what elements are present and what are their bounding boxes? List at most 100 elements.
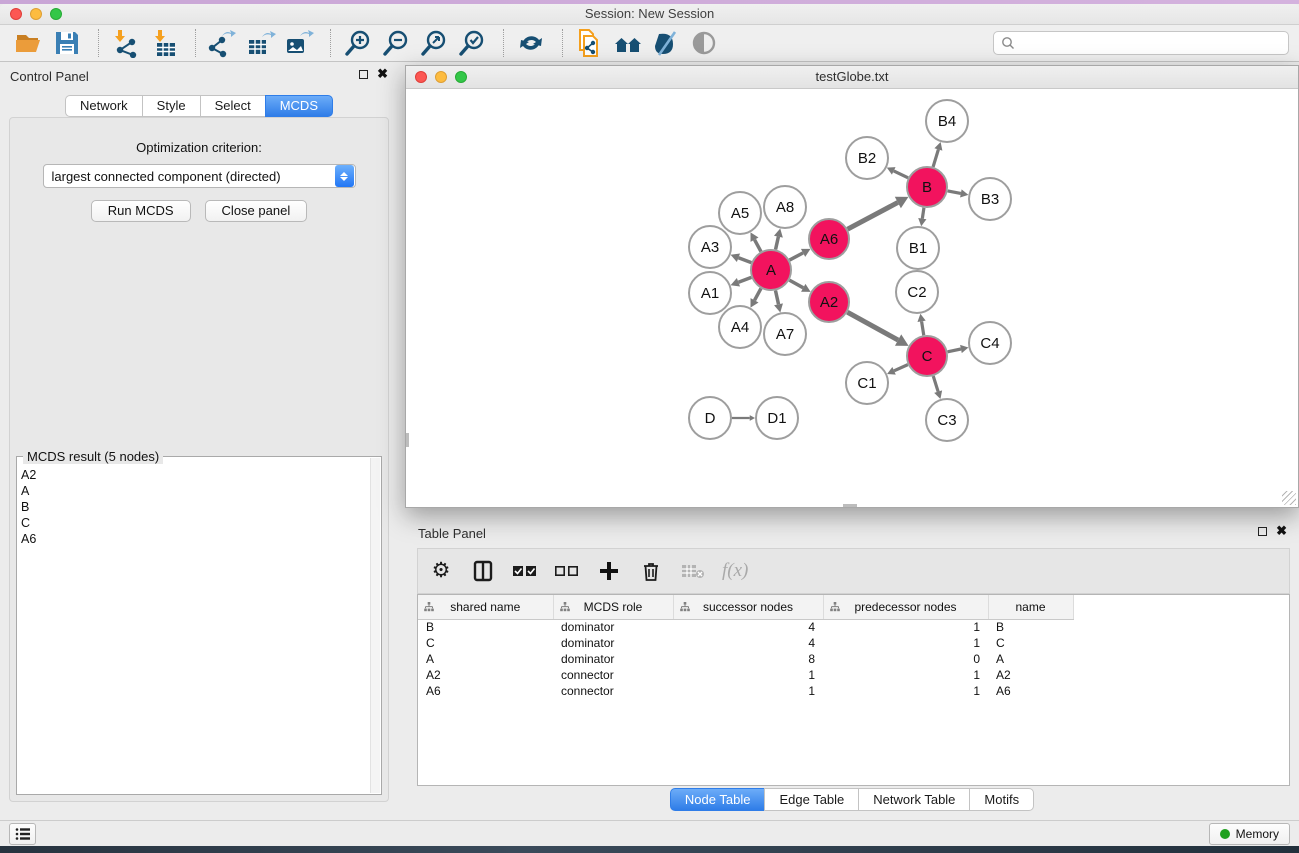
node-A4[interactable]: A4 (719, 306, 761, 348)
table-row[interactable]: A2connector11A2 (418, 667, 1073, 683)
column-header-shared-name[interactable]: shared name (418, 595, 553, 619)
table-row[interactable]: A6connector11A6 (418, 683, 1073, 699)
search-input[interactable] (1016, 33, 1288, 53)
edge-C-C2[interactable] (922, 321, 924, 335)
table-cell[interactable]: A (418, 651, 553, 667)
open-session-icon[interactable] (12, 27, 46, 59)
table-cell[interactable]: dominator (553, 651, 673, 667)
network-canvas[interactable]: B4B2BB3A5A8A6A3B1AA1C2A2A4A7C4CC1C3DD1 (406, 89, 1298, 507)
column-header-MCDS-role[interactable]: MCDS role (553, 595, 673, 619)
edge-A-A6[interactable] (790, 253, 804, 260)
tab-select[interactable]: Select (200, 95, 265, 117)
import-network-icon[interactable] (109, 27, 143, 59)
save-session-icon[interactable] (50, 27, 84, 59)
search-field[interactable] (993, 31, 1289, 55)
node-A3[interactable]: A3 (689, 226, 731, 268)
task-history-button[interactable] (9, 823, 36, 845)
new-network-from-selection-icon[interactable] (573, 27, 607, 59)
deselect-all-icon[interactable] (554, 556, 580, 586)
edge-A-A5[interactable] (755, 240, 761, 252)
edge-A-A8[interactable] (776, 237, 779, 250)
network-close-button[interactable] (415, 71, 427, 83)
memory-button[interactable]: Memory (1209, 823, 1290, 845)
network-window-titlebar[interactable]: testGlobe.txt (406, 66, 1298, 89)
edge-A-A4[interactable] (755, 288, 761, 300)
table-cell[interactable]: dominator (553, 619, 673, 635)
tab-node-table[interactable]: Node Table (670, 788, 765, 811)
table-cell[interactable]: connector (553, 667, 673, 683)
network-minimize-button[interactable] (435, 71, 447, 83)
network-zoom-button[interactable] (455, 71, 467, 83)
node-C2[interactable]: C2 (896, 271, 938, 313)
node-A6[interactable]: A6 (809, 219, 849, 259)
float-table-panel-icon[interactable] (1258, 527, 1267, 536)
node-A8[interactable]: A8 (764, 186, 806, 228)
node-B3[interactable]: B3 (969, 178, 1011, 220)
column-header-predecessor-nodes[interactable]: predecessor nodes (823, 595, 988, 619)
table-cell[interactable]: C (988, 635, 1073, 651)
table-cell[interactable]: 8 (673, 651, 823, 667)
delete-column-icon[interactable] (638, 556, 664, 586)
list-item[interactable]: B (21, 499, 369, 515)
first-neighbors-icon[interactable] (611, 27, 645, 59)
list-item[interactable]: C (21, 515, 369, 531)
edge-A-A7[interactable] (775, 291, 778, 305)
node-A7[interactable]: A7 (764, 313, 806, 355)
list-item[interactable]: A6 (21, 531, 369, 547)
table-cell[interactable]: A2 (988, 667, 1073, 683)
node-B4[interactable]: B4 (926, 100, 968, 142)
edge-C-C1[interactable] (894, 365, 908, 371)
edge-A-A3[interactable] (738, 258, 751, 263)
horizontal-scroll-indicator[interactable] (843, 504, 857, 507)
table-cell[interactable]: C (418, 635, 553, 651)
node-C3[interactable]: C3 (926, 399, 968, 441)
table-row[interactable]: Cdominator41C (418, 635, 1073, 651)
edge-A2-C[interactable] (847, 312, 898, 340)
minimize-window-button[interactable] (30, 8, 42, 20)
zoom-window-button[interactable] (50, 8, 62, 20)
table-cell[interactable]: 0 (823, 651, 988, 667)
table-cell[interactable]: A6 (988, 683, 1073, 699)
node-D[interactable]: D (689, 397, 731, 439)
node-A[interactable]: A (751, 250, 791, 290)
graphics-details-icon[interactable] (649, 27, 683, 59)
add-column-icon[interactable] (596, 556, 622, 586)
edge-C-C4[interactable] (948, 349, 961, 352)
node-C[interactable]: C (907, 336, 947, 376)
vertical-scroll-indicator[interactable] (406, 433, 409, 447)
node-C1[interactable]: C1 (846, 362, 888, 404)
table-cell[interactable]: 1 (823, 667, 988, 683)
node-C4[interactable]: C4 (969, 322, 1011, 364)
table-cell[interactable]: A (988, 651, 1073, 667)
table-cell[interactable]: 1 (823, 635, 988, 651)
tab-network-table[interactable]: Network Table (858, 788, 969, 811)
close-panel-button[interactable]: Close panel (205, 200, 308, 222)
edge-B-B1[interactable] (922, 208, 924, 219)
export-network-icon[interactable] (206, 27, 240, 59)
table-cell[interactable]: connector (553, 683, 673, 699)
tab-mcds[interactable]: MCDS (265, 95, 333, 117)
edge-B-B3[interactable] (948, 191, 961, 194)
optimization-criterion-select[interactable]: largest connected component (directed) (43, 164, 356, 188)
table-cell[interactable]: 1 (673, 683, 823, 699)
node-D1[interactable]: D1 (756, 397, 798, 439)
zoom-fit-icon[interactable] (417, 27, 451, 59)
tab-network[interactable]: Network (65, 95, 142, 117)
export-table-icon[interactable] (244, 27, 278, 59)
run-mcds-button[interactable]: Run MCDS (91, 200, 191, 222)
table-cell[interactable]: A2 (418, 667, 553, 683)
edge-A-A1[interactable] (738, 277, 751, 282)
edge-B-B2[interactable] (894, 171, 908, 178)
tab-style[interactable]: Style (142, 95, 200, 117)
node-A5[interactable]: A5 (719, 192, 761, 234)
import-table-icon[interactable] (147, 27, 181, 59)
table-cell[interactable]: 4 (673, 619, 823, 635)
tab-edge-table[interactable]: Edge Table (764, 788, 858, 811)
edge-A6-B[interactable] (848, 202, 898, 229)
table-settings-icon[interactable]: ⚙ (428, 556, 454, 586)
resize-grip[interactable] (1282, 491, 1296, 505)
delete-table-icon[interactable] (680, 556, 706, 586)
result-scrollbar[interactable] (370, 458, 380, 793)
list-item[interactable]: A2 (21, 467, 369, 483)
column-selector-icon[interactable] (470, 556, 496, 586)
